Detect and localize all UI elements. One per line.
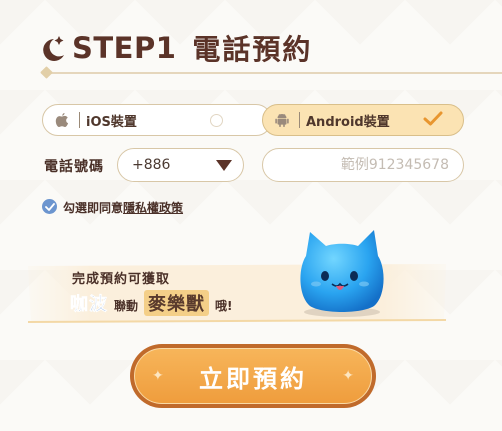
- device-divider: [299, 112, 300, 128]
- apple-icon: [53, 111, 71, 129]
- checkmark-icon: [423, 111, 443, 126]
- country-code-select[interactable]: +886: [117, 148, 244, 182]
- reserve-button-label: 立即預約: [199, 364, 307, 393]
- moon-star-icon: [43, 36, 64, 61]
- android-icon: [273, 111, 291, 129]
- step-number: STEP1: [72, 31, 177, 65]
- phone-number-input[interactable]: [262, 148, 464, 182]
- privacy-agreement[interactable]: 勾選即同意隱私權政策: [42, 197, 183, 216]
- reward-connector: 聯動: [114, 299, 139, 313]
- reward-line1: 完成預約可獲取: [72, 272, 171, 287]
- ios-device-option[interactable]: iOS裝置: [42, 104, 272, 136]
- reward-item: 麥樂獸: [144, 290, 210, 316]
- agreement-text: 勾選即同意: [63, 201, 124, 215]
- sparkle-icon: ✦: [342, 368, 354, 384]
- chevron-down-icon: [216, 160, 232, 171]
- sparkle-icon: ✦: [152, 368, 164, 384]
- page-title: 電話預約: [192, 33, 313, 66]
- phone-label: 電話號碼: [44, 159, 104, 175]
- reward-line2: 咖波 聯動 麥樂獸 哦!: [70, 290, 233, 316]
- android-label: Android裝置: [306, 114, 390, 130]
- reserve-button[interactable]: ✦ ✦ 立即預約: [130, 344, 376, 408]
- reward-suffix: 哦!: [215, 299, 233, 313]
- ios-radio[interactable]: [210, 114, 223, 127]
- mascot-image: [300, 230, 384, 317]
- ios-label: iOS裝置: [86, 114, 137, 130]
- step-header: STEP1 電話預約: [40, 28, 312, 68]
- reward-kapo: 咖波: [70, 294, 108, 316]
- country-code-value: +886: [132, 157, 171, 173]
- title-divider: [44, 72, 502, 74]
- device-divider: [79, 112, 80, 128]
- check-icon: [44, 202, 55, 211]
- android-device-option[interactable]: Android裝置: [262, 104, 464, 136]
- agreement-checkbox[interactable]: [42, 199, 57, 214]
- privacy-policy-link[interactable]: 隱私權政策: [123, 201, 183, 215]
